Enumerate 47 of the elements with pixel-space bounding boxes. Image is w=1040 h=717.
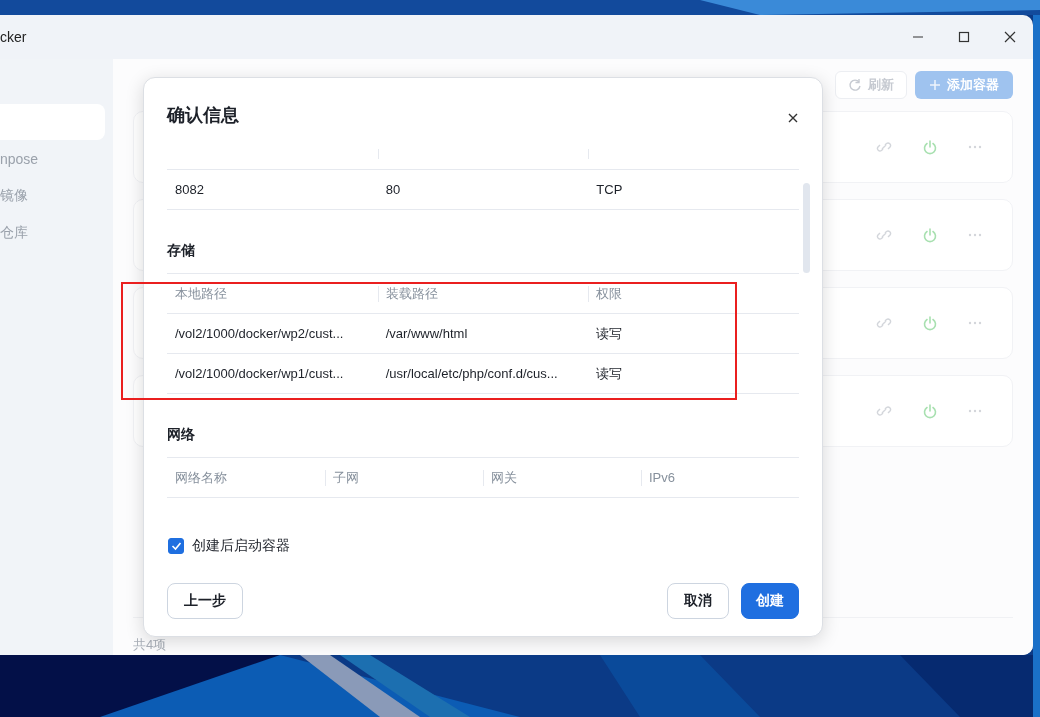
checkbox-label: 创建后启动容器 [192,537,290,555]
close-icon [788,113,798,123]
close-button[interactable] [788,113,798,123]
column-header: 子网 [333,468,359,487]
item-count: 共4项 [133,636,167,654]
link-icon [876,315,892,331]
section-title: 存储 [167,242,195,260]
link-icon [876,227,892,243]
column-header: 网关 [491,468,517,487]
scrollbar[interactable] [803,183,810,273]
column-header: IPv6 [649,470,675,485]
refresh-button[interactable]: 刷新 [835,71,907,99]
more-icon [968,321,982,325]
create-button[interactable]: 创建 [741,583,799,619]
dialog-title: 确认信息 [167,104,239,127]
sidebar-item[interactable]: 镜像 [0,178,105,214]
table-cell-text: 8082 [174,182,205,197]
table-cell-text: /vol2/1000/docker/wp2/cust... [174,326,345,341]
table-cell-text: /var/www/html [384,326,469,341]
table-cell-text: 80 [384,182,402,197]
more-icon [968,409,982,413]
table-cell-text: TCP [595,182,624,197]
checkbox[interactable] [168,538,184,554]
more-icon [968,145,982,149]
section-title: 网络 [167,426,195,444]
link-icon [876,139,892,155]
link-icon [876,403,892,419]
column-header: 权限 [596,284,623,303]
table-cell-text: 读写 [595,324,624,343]
column-header: 装载路径 [385,284,438,303]
table-cell-text: 读写 [595,364,624,383]
maximize-icon [958,31,970,43]
close-icon [1004,31,1016,43]
table-cell-text: /usr/local/etc/php/conf.d/cus... [384,366,559,381]
table-cell-text: /vol2/1000/docker/wp1/cust... [174,366,345,381]
plus-icon [929,79,941,91]
dialog-button[interactable]: 取消 [667,583,729,619]
refresh-icon [848,78,862,92]
column-header: 网络名称 [175,468,227,487]
check-icon [170,541,182,551]
add-container-button[interactable]: 添加容器 [915,71,1013,99]
sidebar-item[interactable]: 仓库 [0,215,105,251]
more-icon [968,233,982,237]
column-header: 本地路径 [175,284,227,303]
sidebar-item[interactable]: npose [0,141,105,177]
dialog-button[interactable]: 上一步 [167,583,243,619]
window-title: cker [0,29,28,45]
